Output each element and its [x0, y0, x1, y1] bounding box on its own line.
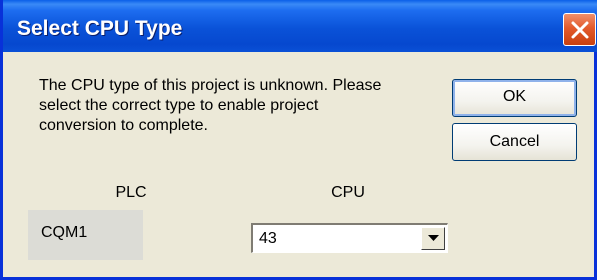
- chevron-down-icon: [428, 235, 439, 241]
- message-line: conversion to complete.: [39, 117, 208, 134]
- dialog-title: Select CPU Type: [17, 17, 183, 40]
- dialog-window: Select CPU Type The CPU type of this pro…: [0, 0, 597, 280]
- cpu-select[interactable]: 43: [251, 223, 448, 253]
- close-button[interactable]: [563, 13, 596, 46]
- plc-label: PLC: [115, 184, 147, 201]
- cpu-select-value: 43: [259, 230, 277, 247]
- message-line: select the correct type to enable projec…: [39, 97, 319, 114]
- cpu-label: CPU: [331, 184, 365, 201]
- message-line: The CPU type of this project is unknown.…: [39, 77, 382, 94]
- cpu-dropdown-button[interactable]: [421, 227, 445, 250]
- plc-value: CQM1: [41, 224, 88, 241]
- cancel-button[interactable]: Cancel: [452, 123, 577, 161]
- plc-value-field: CQM1: [28, 210, 143, 260]
- close-x-icon: [571, 21, 589, 39]
- title-bar[interactable]: Select CPU Type: [3, 0, 597, 52]
- ok-button[interactable]: OK: [452, 79, 577, 117]
- dialog-message: The CPU type of this project is unknown.…: [39, 76, 439, 136]
